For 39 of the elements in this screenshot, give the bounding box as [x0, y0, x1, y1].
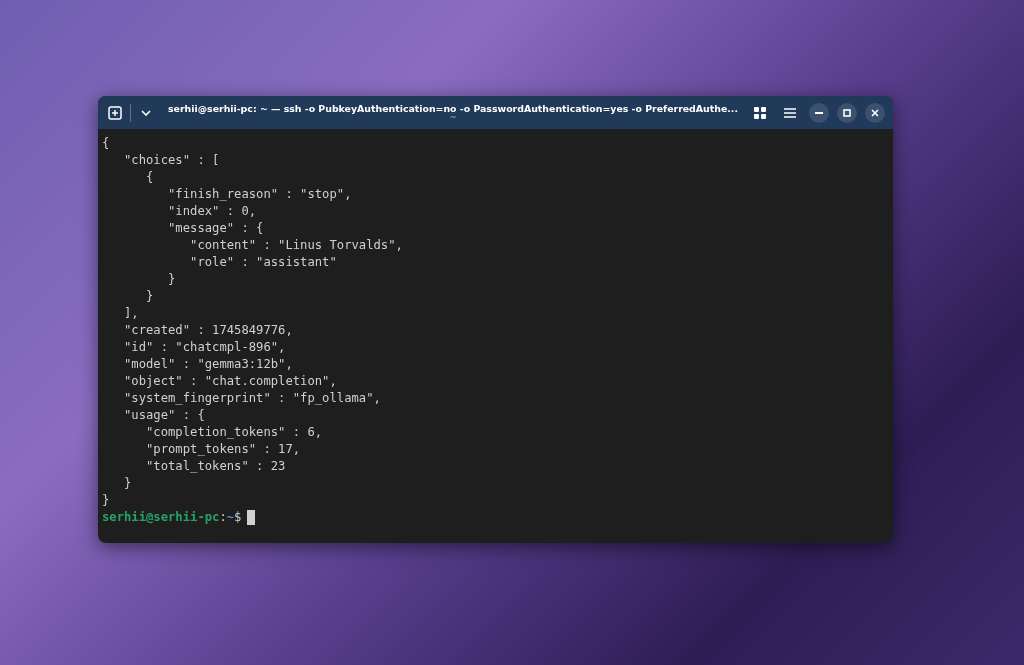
plus-icon — [108, 105, 122, 120]
output-line: "message" : { — [167, 220, 264, 237]
output-line: ], — [123, 305, 139, 322]
close-button[interactable] — [865, 102, 885, 123]
prompt-path: ~ — [226, 509, 235, 526]
output-line: { — [102, 135, 110, 152]
output-line: "model" : "gemma3:12b", — [123, 356, 293, 373]
window-title: serhii@serhii-pc: ~ — ssh -o PubkeyAuthentication=no -o PasswordAuthentication=yes -o PreferredAuthe... — [168, 103, 738, 114]
output-line: "role" : "assistant" — [189, 254, 337, 271]
prompt-separator: : — [219, 509, 227, 526]
output-line: } — [145, 288, 154, 305]
prompt-symbol: $ — [234, 509, 242, 526]
output-line: "created" : 1745849776, — [123, 322, 293, 339]
output-line: "index" : 0, — [167, 203, 257, 220]
menu-icon — [784, 107, 796, 118]
minimize-icon — [815, 111, 823, 114]
minimize-button[interactable] — [809, 102, 829, 123]
chevron-down-icon — [141, 109, 151, 116]
output-line: "choices" : [ — [123, 152, 220, 169]
prompt-user-host: serhii@serhii-pc — [102, 509, 220, 526]
output-line: "completion_tokens" : 6, — [145, 424, 323, 441]
window-subtitle: ~ — [449, 114, 457, 122]
grid-icon — [754, 106, 766, 119]
output-line: "object" : "chat.completion", — [123, 373, 337, 390]
output-line: "id" : "chatcmpl-896", — [123, 339, 286, 356]
output-line: } — [167, 271, 176, 288]
output-line: "finish_reason" : "stop", — [167, 186, 352, 203]
maximize-button[interactable] — [837, 102, 857, 123]
output-line: } — [123, 475, 132, 492]
text-cursor — [247, 510, 256, 525]
output-line: "total_tokens" : 23 — [145, 458, 286, 475]
output-line: "content" : "Linus Torvalds", — [189, 237, 403, 254]
output-line: } — [102, 492, 110, 509]
close-icon — [871, 108, 879, 117]
output-line: "system_fingerprint" : "fp_ollama", — [123, 390, 381, 407]
output-line: "usage" : { — [123, 407, 205, 424]
maximize-icon — [843, 108, 851, 117]
output-line: { — [145, 169, 154, 186]
output-line: "prompt_tokens" : 17, — [145, 441, 301, 458]
